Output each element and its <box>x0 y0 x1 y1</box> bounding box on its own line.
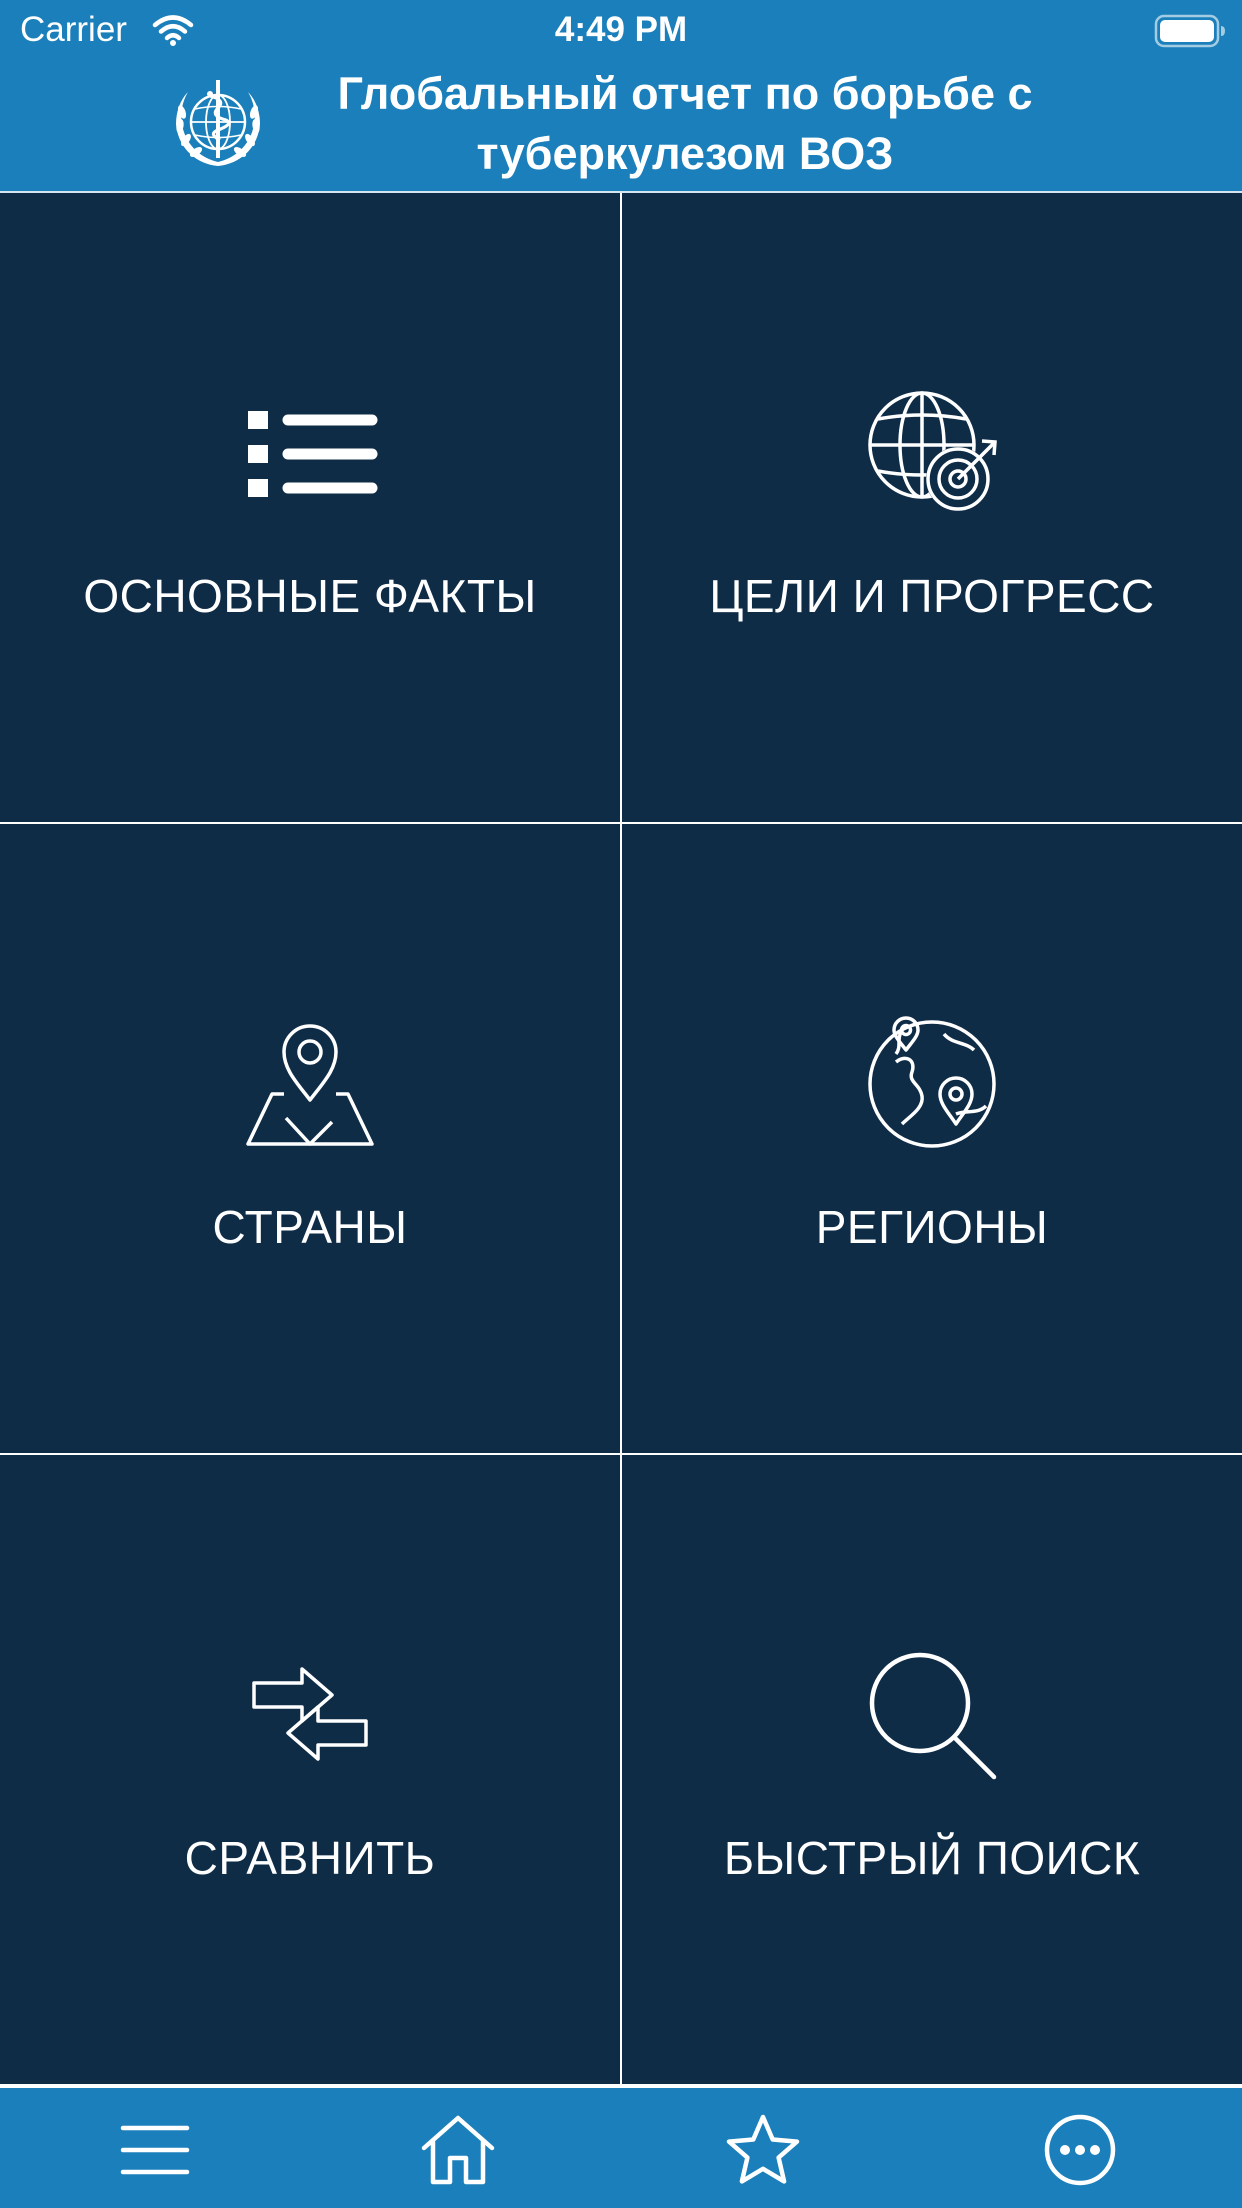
battery-icon <box>1154 14 1225 48</box>
tile-key-facts[interactable]: ОСНОВНЫЕ ФАКТЫ <box>0 193 620 822</box>
search-icon <box>869 1652 997 1780</box>
list-icon <box>248 411 378 497</box>
tile-label: БЫСТРЫЙ ПОИСК <box>723 1832 1141 1884</box>
home-icon <box>421 2115 495 2185</box>
tab-bar <box>0 2088 1242 2208</box>
tab-favorites[interactable] <box>608 2088 918 2208</box>
who-emblem-icon <box>176 80 260 166</box>
tile-label: СТРАНЫ <box>212 1201 408 1253</box>
more-icon <box>1044 2114 1116 2186</box>
tile-regions[interactable]: РЕГИОНЫ <box>622 824 1242 1453</box>
map-pin-icon <box>246 1024 374 1146</box>
tile-label: РЕГИОНЫ <box>815 1201 1049 1253</box>
tile-quick-search[interactable]: БЫСТРЫЙ ПОИСК <box>622 1455 1242 2084</box>
tile-countries[interactable]: СТРАНЫ <box>0 824 620 1453</box>
globe-target-icon <box>868 391 997 511</box>
tile-label: ЦЕЛИ И ПРОГРЕСС <box>709 570 1155 622</box>
menu-icon <box>120 2125 190 2175</box>
tile-targets-progress[interactable]: ЦЕЛИ И ПРОГРЕСС <box>622 193 1242 822</box>
status-bar: Carrier 4:49 PM <box>0 0 1242 60</box>
globe-pins-icon <box>868 1016 996 1148</box>
clock-label: 4:49 PM <box>554 10 688 49</box>
tab-menu[interactable] <box>0 2088 310 2208</box>
tile-compare[interactable]: СРАВНИТЬ <box>0 1455 620 2084</box>
tile-label: ОСНОВНЫЕ ФАКТЫ <box>83 570 537 622</box>
compare-arrows-icon <box>252 1667 368 1761</box>
star-icon <box>726 2114 800 2184</box>
section-grid: ОСНОВНЫЕ ФАКТЫ ЦЕЛИ И ПРОГРЕСС СТРАНЫ РЕ… <box>0 193 1242 2086</box>
app-root: Carrier 4:49 PM Глобальный отчет по борь… <box>0 0 1242 2208</box>
tab-home[interactable] <box>303 2088 613 2208</box>
tile-label: СРАВНИТЬ <box>184 1832 436 1884</box>
page-title: Глобальный отчет по борьбе с туберкулезо… <box>337 68 1033 179</box>
app-header: Глобальный отчет по борьбе с туберкулезо… <box>0 60 1242 193</box>
tab-more[interactable] <box>925 2088 1235 2208</box>
